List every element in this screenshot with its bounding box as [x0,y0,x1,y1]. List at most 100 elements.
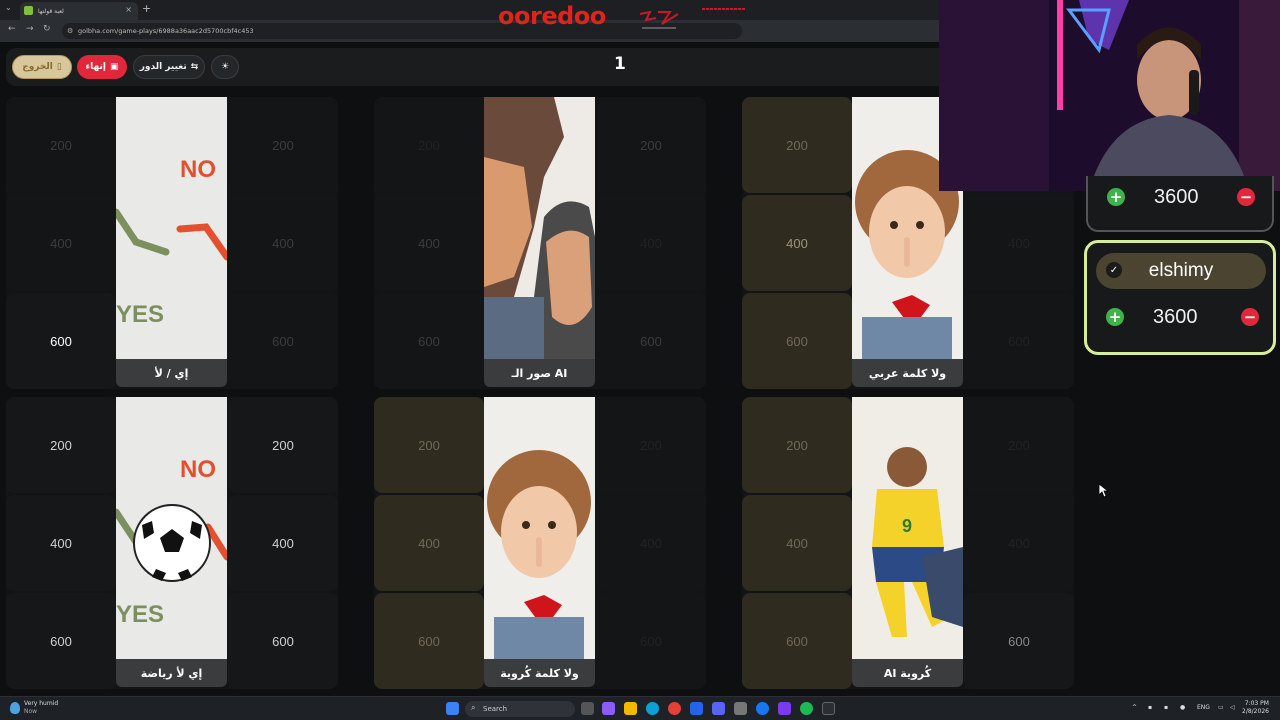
facebook-icon[interactable] [756,702,769,715]
question-tile[interactable]: 600 [374,293,484,389]
question-tile[interactable]: 600 [374,593,484,689]
question-tile[interactable]: 200 [374,97,484,193]
edge-icon[interactable] [646,702,659,715]
start-icon[interactable] [446,702,459,715]
svg-text:NO: NO [180,456,216,483]
tab-menu-icon[interactable]: ⌄ [5,3,12,12]
question-tile[interactable]: 200 [596,397,706,493]
door-icon: ▯ [56,62,62,72]
brand-logo: ooredoo [498,2,606,30]
category-label: ولا كلمة كُروية [484,659,595,687]
reload-icon[interactable]: ↻ [43,24,51,34]
category-label: AI كُروية [852,659,963,687]
forward-icon[interactable]: → [26,24,34,34]
webcam-overlay [939,0,1280,191]
question-tile[interactable]: 600 [228,593,338,689]
chrome-icon[interactable] [668,702,681,715]
svg-text:YES: YES [116,301,164,328]
question-tile[interactable]: 200 [6,97,116,193]
tray-app-icon[interactable]: ▪ [1148,704,1152,711]
add-points-icon[interactable]: + [1107,188,1125,206]
team-score-card-active: ✓ elshimy + 3600 − [1084,240,1276,355]
question-tile[interactable]: 400 [742,195,852,291]
windows-taskbar: Very humid Now ⌕ Search ^ ▪ ▪ ● ENG ▭ ◁ … [0,696,1280,720]
spotify-icon[interactable] [800,702,813,715]
file-explorer-icon[interactable] [624,702,637,715]
question-tile[interactable]: 200 [742,97,852,193]
question-tile[interactable]: 200 [596,97,706,193]
question-tile[interactable]: 400 [964,495,1074,591]
tray-chevron-icon[interactable]: ^ [1132,704,1137,711]
category-label: صور الـ AI [484,359,595,387]
site-favicon [24,6,33,15]
change-turn-label: تغيير الدور [139,62,187,72]
microphone-icon[interactable]: ● [1180,704,1185,711]
search-icon: ⌕ [471,703,476,712]
task-view-icon[interactable] [581,702,594,715]
category-label: إي / لأ [116,359,227,387]
active-check-icon: ✓ [1106,262,1122,278]
copilot-icon[interactable] [602,702,615,715]
tray-app-icon[interactable]: ▪ [1164,704,1168,711]
question-tile[interactable]: 400 [6,195,116,291]
language-indicator[interactable]: ENG [1197,704,1210,711]
question-tile[interactable]: 600 [742,293,852,389]
question-tile[interactable]: 200 [6,397,116,493]
question-tile[interactable]: 400 [596,195,706,291]
theme-toggle-button[interactable]: ☀ [211,55,239,79]
question-tile[interactable]: 600 [964,593,1074,689]
browser-tab[interactable]: لعبة قولتها × [20,2,138,20]
close-tab-icon[interactable]: × [125,5,132,14]
team-name: elshimy [1148,260,1214,281]
settings-icon[interactable] [734,702,747,715]
question-tile[interactable]: 200 [228,97,338,193]
discord-icon[interactable] [712,702,725,715]
back-icon[interactable]: ← [8,24,16,34]
system-clock[interactable]: 7:03 PM 2/8/2026 [1242,700,1269,716]
subtract-points-icon[interactable]: − [1237,188,1255,206]
exit-button[interactable]: الخروج ▯ [12,55,72,79]
question-tile[interactable]: 400 [596,495,706,591]
app-icon[interactable] [778,702,791,715]
question-tile[interactable]: 200 [742,397,852,493]
volume-icon[interactable]: ◁ [1230,704,1235,711]
taskbar-search[interactable]: ⌕ Search [465,701,575,717]
question-tile[interactable]: 600 [228,293,338,389]
question-tile[interactable]: 400 [6,495,116,591]
question-tile[interactable]: 200 [228,397,338,493]
weather-widget[interactable]: Very humid Now [10,700,58,716]
question-tile[interactable]: 200 [964,397,1074,493]
question-tile[interactable]: 600 [6,593,116,689]
streamer-webcam-image [939,0,1280,191]
end-game-button[interactable]: إنهاء ▣ [77,55,127,79]
category-label: إي لأ رياضة [116,659,227,687]
question-tile[interactable]: 400 [374,195,484,291]
network-icon[interactable]: ▭ [1218,704,1224,711]
question-tile[interactable]: 600 [596,593,706,689]
new-tab-button[interactable]: + [142,2,151,15]
subtract-points-icon[interactable]: − [1241,308,1259,326]
yes-no-arrows-icon: NO YES [116,156,227,328]
question-tile[interactable]: 400 [374,495,484,591]
terminal-icon[interactable] [822,702,835,715]
question-tile[interactable]: 600 [596,293,706,389]
question-tile[interactable]: 600 [742,593,852,689]
question-tile[interactable]: 600 [964,293,1074,389]
turn-number: 1 [614,54,626,74]
question-tile[interactable]: 400 [228,495,338,591]
question-tile[interactable]: 400 [228,195,338,291]
store-icon[interactable] [690,702,703,715]
add-points-icon[interactable]: + [1106,308,1124,326]
question-tile[interactable]: 600 [6,293,116,389]
svg-text:YES: YES [116,601,164,628]
question-tile[interactable]: 200 [374,397,484,493]
site-info-icon[interactable]: ⚙ [67,27,73,35]
change-turn-button[interactable]: تغيير الدور ⇆ [133,55,205,79]
weather-icon [10,702,20,714]
question-tile[interactable]: 400 [742,495,852,591]
category-image-ai-football: 9 [852,397,963,659]
search-placeholder: Search [483,705,508,713]
question-tile[interactable]: 400 [964,195,1074,291]
girl-shush-icon [487,450,591,659]
svg-text:NO: NO [180,156,216,183]
